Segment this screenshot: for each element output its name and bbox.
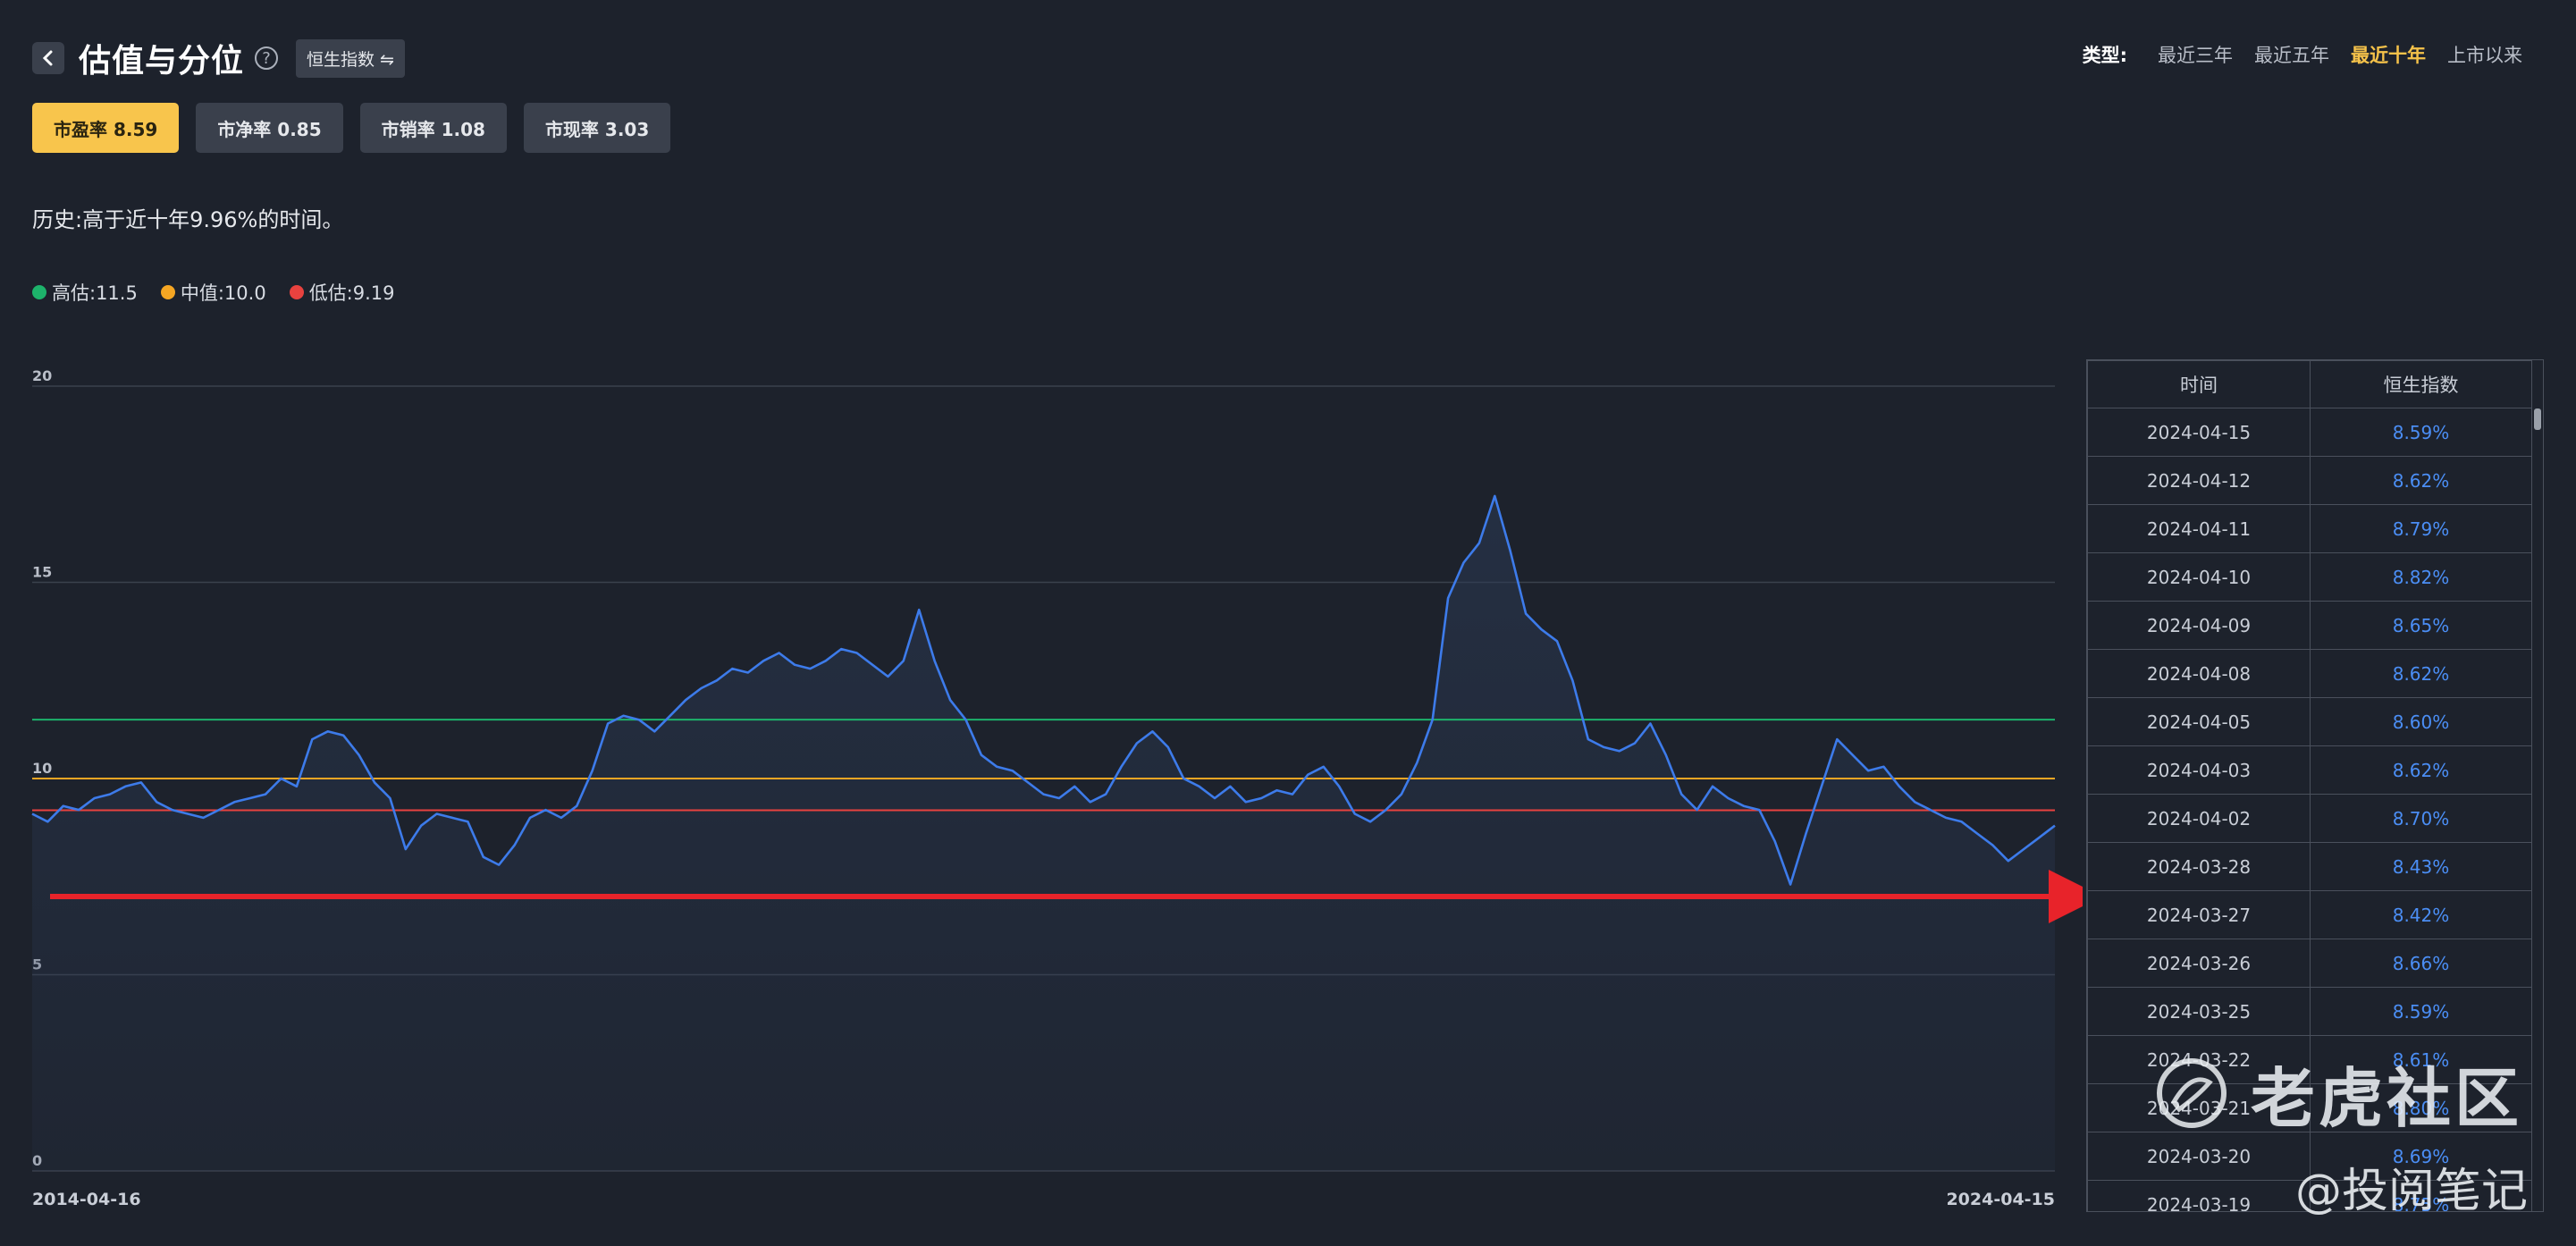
tab-pe[interactable]: 市盈率 8.59 (32, 103, 180, 153)
period-option-5y[interactable]: 最近五年 (2254, 41, 2329, 68)
table-cell-date: 2024-04-11 (2087, 504, 2311, 553)
back-button[interactable] (32, 42, 64, 74)
tab-pb[interactable]: 市净率 0.85 (196, 103, 343, 153)
table-row[interactable]: 2024-04-08 8.62% (2087, 649, 2532, 698)
legend-item-low: 低估:9.19 (289, 279, 395, 306)
table-row[interactable]: 2024-03-27 8.42% (2087, 890, 2532, 939)
table-row[interactable]: 2024-03-28 8.43% (2087, 842, 2532, 891)
table-cell-value: 8.82% (2310, 552, 2532, 602)
table-cell-value: 8.60% (2310, 697, 2532, 746)
y-tick-label: 10 (32, 760, 52, 777)
table-cell-value: 8.65% (2310, 601, 2532, 650)
table-row[interactable]: 2024-04-09 8.65% (2087, 601, 2532, 650)
table-cell-date: 2024-03-19 (2087, 1180, 2311, 1211)
table-row[interactable]: 2024-03-26 8.66% (2087, 939, 2532, 988)
period-option-since-listing[interactable]: 上市以来 (2447, 41, 2522, 68)
period-option-10y[interactable]: 最近十年 (2351, 41, 2426, 68)
tab-ps[interactable]: 市销率 1.08 (359, 103, 507, 153)
legend-item-high: 高估:11.5 (32, 279, 138, 306)
table-cell-value: 8.62% (2310, 456, 2532, 505)
page-header: 估值与分位 ? 恒生指数 ⇋ (32, 36, 405, 80)
table-header-row: 时间 恒生指数 (2087, 360, 2532, 408)
pe-line-chart[interactable]: 05101520 2014-04-16 2024-04-15 (0, 340, 2083, 1225)
legend-label-median: 中值:10.0 (180, 282, 266, 304)
table-cell-value: 8.62% (2310, 745, 2532, 795)
table-cell-value: 8.70% (2310, 794, 2532, 843)
legend-dot-median (160, 285, 175, 299)
legend-dot-high (32, 285, 46, 299)
metric-tabs: 市盈率 8.59 市净率 0.85 市销率 1.08 市现率 3.03 (32, 103, 687, 153)
chevron-left-icon (42, 50, 53, 66)
table-cell-value: 8.59% (2310, 987, 2532, 1036)
table-cell-date: 2024-03-28 (2087, 842, 2311, 891)
history-summary: 历史:高于近十年9.96%的时间。 (32, 207, 344, 232)
legend-item-median: 中值:10.0 (160, 279, 266, 306)
table-cell-value: 8.79% (2310, 504, 2532, 553)
watermark-author: @投阅笔记 (2295, 1165, 2529, 1218)
legend-dot-low (289, 285, 304, 299)
legend-label-high: 高估:11.5 (52, 282, 138, 304)
table-cell-value: 8.66% (2310, 939, 2532, 988)
watermark-brand-text: 老虎社区 (2251, 1061, 2523, 1136)
table-row[interactable]: 2024-04-15 8.59% (2087, 408, 2532, 457)
table-cell-date: 2024-04-05 (2087, 697, 2311, 746)
table-row[interactable]: 2024-04-02 8.70% (2087, 794, 2532, 843)
table-cell-date: 2024-04-08 (2087, 649, 2311, 698)
table-row[interactable]: 2024-04-10 8.82% (2087, 552, 2532, 602)
period-selector: 类型: 最近三年 最近五年 最近十年 上市以来 (2083, 41, 2522, 68)
table-cell-date: 2024-04-15 (2087, 408, 2311, 457)
y-tick-label: 20 (32, 367, 52, 384)
tab-pcf[interactable]: 市现率 3.03 (523, 103, 671, 153)
table-row[interactable]: 2024-04-03 8.62% (2087, 745, 2532, 795)
column-header-value: 恒生指数 (2310, 360, 2532, 408)
table-cell-value: 8.43% (2310, 842, 2532, 891)
page-title: 估值与分位 (79, 43, 245, 80)
table-cell-date: 2024-03-25 (2087, 987, 2311, 1036)
table-cell-date: 2024-03-27 (2087, 890, 2311, 939)
column-header-date: 时间 (2087, 360, 2311, 408)
table-cell-date: 2024-04-02 (2087, 794, 2311, 843)
table-cell-date: 2024-03-26 (2087, 939, 2311, 988)
table-cell-date: 2024-04-09 (2087, 601, 2311, 650)
legend-label-low: 低估:9.19 (308, 282, 395, 304)
table-row[interactable]: 2024-03-25 8.59% (2087, 987, 2532, 1036)
table-cell-date: 2024-04-10 (2087, 552, 2311, 602)
y-tick-label: 15 (32, 564, 52, 581)
help-icon[interactable]: ? (255, 46, 279, 70)
table-cell-value: 8.42% (2310, 890, 2532, 939)
table-row[interactable]: 2024-04-11 8.79% (2087, 504, 2532, 553)
table-cell-value: 8.59% (2310, 408, 2532, 457)
legend: 高估:11.5 中值:10.0 低估:9.19 (32, 279, 418, 306)
chart-area-fill (32, 495, 2055, 1171)
table-row[interactable]: 2024-04-05 8.60% (2087, 697, 2532, 746)
table-cell-date: 2024-04-12 (2087, 456, 2311, 505)
period-label: 类型: (2082, 45, 2127, 66)
table-cell-date: 2024-04-03 (2087, 745, 2311, 795)
table-scrollbar[interactable] (2534, 408, 2541, 430)
tiger-logo-icon (2157, 1057, 2227, 1128)
x-axis-start-label: 2014-04-16 (32, 1190, 141, 1209)
table-row[interactable]: 2024-04-12 8.62% (2087, 456, 2532, 505)
table-cell-value: 8.62% (2310, 649, 2532, 698)
watermark-brand: 老虎社区 (2154, 1046, 2522, 1140)
x-axis-end-label: 2024-04-15 (1946, 1190, 2055, 1209)
index-switch-button[interactable]: 恒生指数 ⇋ (296, 38, 405, 78)
period-option-3y[interactable]: 最近三年 (2158, 41, 2233, 68)
